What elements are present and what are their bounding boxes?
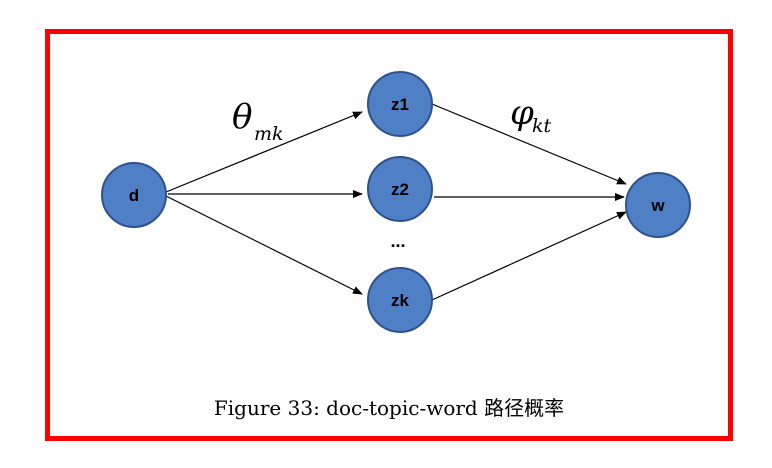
phi-symbol: φ (510, 93, 534, 133)
node-z2-label: z2 (391, 180, 409, 199)
topic-ellipsis: ... (390, 231, 405, 251)
node-z1: z1 (367, 71, 433, 137)
node-z1-label: z1 (391, 95, 409, 114)
node-zk: zk (367, 267, 433, 333)
edge-d-zk (165, 195, 363, 295)
phi-edge-label: φ kt (510, 93, 552, 137)
phi-subscript: kt (532, 115, 552, 137)
figure-caption: Figure 33: doc-topic-word 路径概率 (213, 396, 565, 420)
node-z2: z2 (367, 156, 433, 222)
theta-symbol: θ (232, 97, 252, 137)
node-zk-label: zk (391, 291, 410, 310)
theta-subscript: mk (254, 123, 284, 145)
node-w: w (625, 172, 691, 238)
edge-zk-w (431, 211, 627, 301)
theta-edge-label: θ mk (232, 97, 284, 145)
node-d: d (101, 162, 167, 228)
node-w-label: w (650, 196, 665, 215)
node-d-label: d (129, 186, 139, 205)
